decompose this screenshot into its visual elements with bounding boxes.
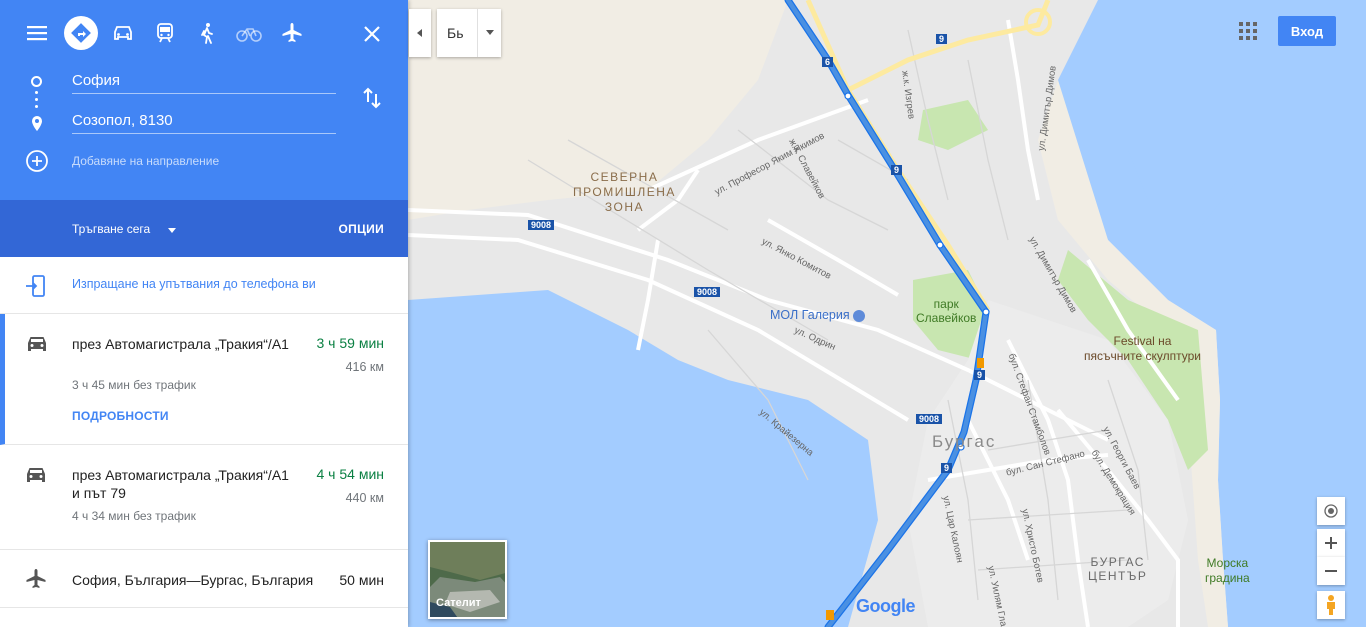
origin-field[interactable]: София [72,66,336,94]
road-shield: 9 [936,34,948,44]
center-label-line: БУРГАС [1090,555,1145,569]
map-canvas[interactable]: 9008 9008 9008 9 9 9 9 6 СЕВЕРНА ПРОМИШЛ… [408,0,1366,627]
apps-grid-icon[interactable] [1238,21,1258,41]
plane-icon[interactable] [277,18,307,48]
district-label: СЕВЕРНА ПРОМИШЛЕНА ЗОНА [573,170,676,215]
sea-garden-label-line: градина [1205,571,1250,585]
sea-garden-label-line: Морска [1206,556,1249,570]
park-label-line: парк [933,297,959,311]
district-label-line: ЗОНА [604,200,644,214]
route-no-traffic-time: 4 ч 34 мин без трафик [72,509,196,523]
origin-dot-icon [31,76,42,87]
destination-field[interactable]: Созопол, 8130 [72,106,336,134]
park-label-line: Славейков [916,311,977,325]
pegman-icon[interactable] [1317,591,1345,619]
map-graphics [408,0,1366,627]
depart-time-select[interactable]: Тръгване сега [72,222,150,236]
walk-icon[interactable] [192,18,222,48]
directions-icon[interactable] [64,16,98,50]
google-logo-text: Google [856,596,916,616]
route-distance: 416 км [345,360,384,374]
language-value: Бь [447,25,464,41]
car-icon [25,334,49,354]
chevron-down-icon[interactable] [168,228,176,233]
shopping-icon [853,309,866,322]
language-select[interactable]: Бь [437,9,501,57]
satellite-toggle[interactable]: Сателит [428,540,507,619]
close-icon[interactable] [358,20,386,48]
road-shield: 9008 [916,414,943,424]
my-location-icon[interactable] [1317,497,1345,525]
car-icon[interactable] [108,18,138,48]
plane-icon [25,568,47,590]
zoom-in-button[interactable] [1317,529,1345,557]
route-duration: 3 ч 59 мин [316,335,385,351]
center-label-line: ЦЕНТЪР [1088,569,1148,583]
travel-mode-bar [0,0,408,66]
route-option-1[interactable]: през Автомагистрала „Тракия“/A1 3 ч 59 м… [0,314,408,445]
festival-label-line: Festival на [1113,334,1172,348]
chevron-down-icon[interactable] [477,9,501,57]
bike-icon[interactable] [234,18,264,48]
festival-label[interactable]: Festival на пясъчните скулптури [1084,334,1201,364]
route-no-traffic-time: 3 ч 45 мин без трафик [72,378,196,392]
train-icon[interactable] [150,18,180,48]
destination-pin-icon [29,115,45,133]
zoom-out-button[interactable] [1317,557,1345,585]
send-to-phone-link[interactable]: Изпращане на упътвания до телефона ви [72,277,316,291]
park-label: парк Славейков [916,297,976,325]
flight-option[interactable]: София, България—Бургас, България 50 мин [0,550,408,608]
road-shield: 9 [974,370,986,380]
road-shield: 6 [822,57,834,67]
directions-panel: София Созопол, 8130 Добавяне на направле… [0,0,408,627]
mall-label-text: МОЛ Галерия [770,308,850,322]
road-shield: 9 [941,463,953,473]
flight-duration: 50 мин [339,572,384,588]
route-name: през Автомагистрала „Тракия“/A1 и път 79 [72,467,289,501]
festival-label-line: пясъчните скулптури [1084,349,1201,363]
route-details-link[interactable]: ПОДРОБНОСТИ [72,409,169,423]
send-to-phone-row[interactable]: Изпращане на упътвания до телефона ви [0,257,408,314]
google-logo: Google [856,596,916,617]
swap-icon[interactable] [360,86,384,110]
route-name: през Автомагистрала „Тракия“/A1 [72,336,289,352]
flight-route: София, България—Бургас, България [72,572,314,588]
road-shield: 9008 [694,287,721,297]
route-option-2[interactable]: през Автомагистрала „Тракия“/A1 и път 79… [0,445,408,550]
district-label-line: ПРОМИШЛЕНА [573,185,676,199]
center-label: БУРГАС ЦЕНТЪР [1088,555,1147,583]
mall-label[interactable]: МОЛ Галерия [770,308,866,322]
road-shield: 9008 [528,220,555,230]
send-to-phone-icon [25,275,47,297]
menu-icon[interactable] [22,18,52,48]
add-destination-button[interactable]: Добавяне на направление [72,154,219,168]
departure-bar: Тръгване сега ОПЦИИ [0,200,408,257]
route-distance: 440 км [345,491,384,505]
car-icon [24,465,48,485]
collapse-panel-button[interactable] [409,9,431,57]
directions-header: София Созопол, 8130 Добавяне на направле… [0,0,408,200]
options-button[interactable]: ОПЦИИ [339,222,384,236]
login-button[interactable]: Вход [1278,16,1336,46]
city-label: Бургас [932,432,997,451]
road-shield: 9 [891,165,903,175]
district-label-line: СЕВЕРНА [590,170,659,184]
add-destination-icon[interactable] [25,149,49,173]
route-dots-icon [35,91,38,112]
satellite-label: Сателит [436,597,481,609]
sea-garden-label: Морска градина [1205,556,1250,586]
route-duration: 4 ч 54 мин [316,466,385,482]
